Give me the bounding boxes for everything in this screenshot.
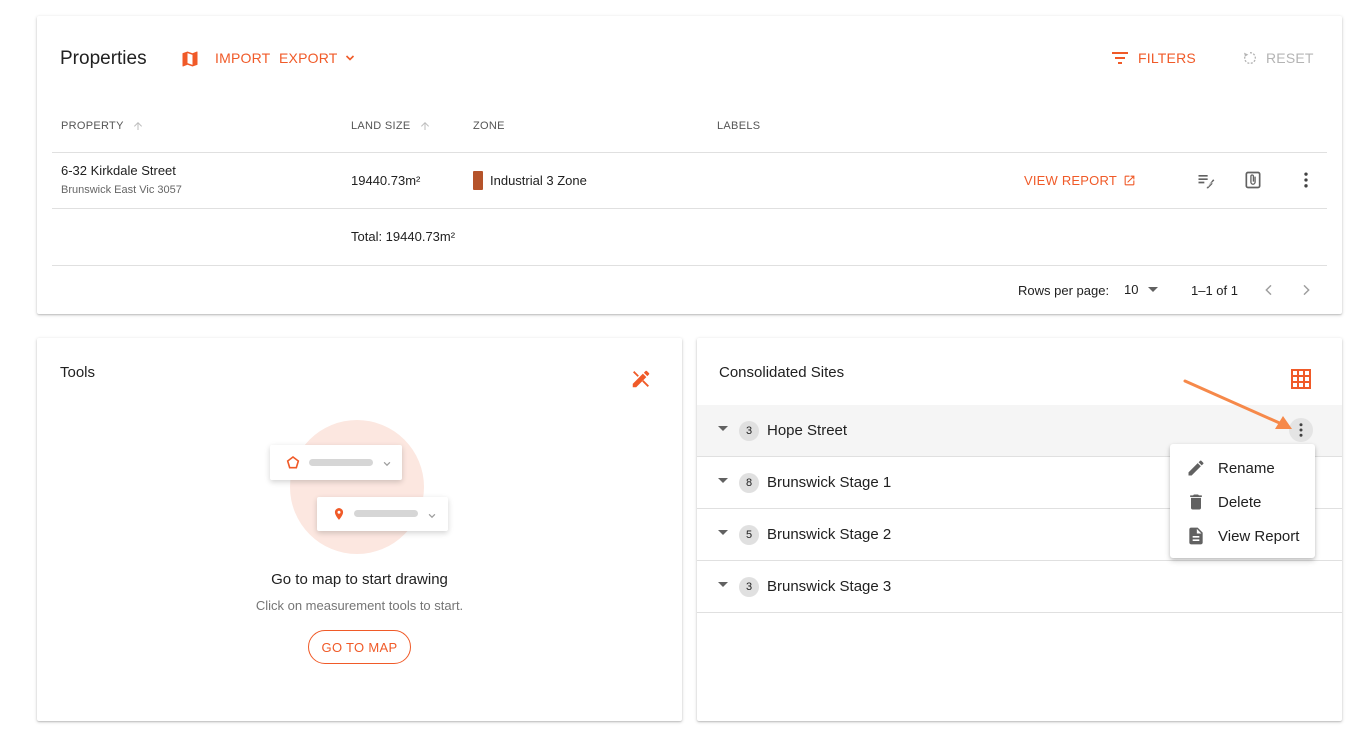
- menu-item-label: Rename: [1218, 459, 1275, 477]
- reset-label: RESET: [1266, 50, 1314, 66]
- divider: [52, 265, 1327, 266]
- menu-item-label: View Report: [1218, 527, 1300, 545]
- tools-title: Tools: [60, 364, 96, 381]
- reset-button[interactable]: RESET: [1242, 50, 1314, 66]
- rows-per-page-label: Rows per page:: [1018, 283, 1110, 298]
- chevron-down-icon: [427, 508, 437, 526]
- properties-card: Properties IMPORT EXPORT FILTERS RESET P…: [37, 16, 1342, 314]
- document-icon: [1186, 526, 1206, 546]
- site-name: Brunswick Stage 3: [767, 578, 892, 595]
- ruler-pencil-icon[interactable]: [629, 367, 653, 391]
- view-report-label: VIEW REPORT: [1024, 173, 1117, 188]
- tools-card: Tools Go to map to start drawing Click o…: [37, 338, 682, 721]
- site-count-badge: 8: [739, 473, 759, 493]
- menu-item-delete[interactable]: Delete: [1170, 485, 1315, 519]
- location-pin-icon: [332, 506, 346, 527]
- column-header-zone: ZONE: [473, 120, 505, 132]
- site-name: Hope Street: [767, 422, 848, 439]
- expand-caret-icon[interactable]: [718, 478, 728, 483]
- menu-item-label: Delete: [1218, 493, 1262, 511]
- expand-caret-icon[interactable]: [718, 530, 728, 535]
- expand-caret-icon[interactable]: [718, 426, 728, 431]
- site-count-badge: 3: [739, 577, 759, 597]
- property-suburb: Brunswick East Vic 3057: [61, 184, 182, 196]
- site-row-brunswick-stage-3[interactable]: 3 Brunswick Stage 3: [697, 561, 1342, 613]
- illustration-shape-card: [270, 445, 402, 480]
- pencil-icon: [1186, 458, 1206, 478]
- filters-label: FILTERS: [1138, 50, 1196, 66]
- column-header-land-size-label: LAND SIZE: [351, 120, 411, 132]
- trash-icon: [1186, 492, 1206, 512]
- more-vertical-icon[interactable]: [1294, 168, 1318, 192]
- properties-title: Properties: [60, 48, 147, 69]
- edit-notes-icon[interactable]: [1194, 168, 1218, 192]
- illustration-pin-card: [317, 497, 448, 531]
- column-header-labels: LABELS: [717, 120, 761, 132]
- tools-subtext: Click on measurement tools to start.: [255, 598, 464, 613]
- column-header-land-size[interactable]: LAND SIZE: [351, 120, 431, 132]
- column-header-property[interactable]: PROPERTY: [61, 120, 144, 132]
- zone-color-swatch: [473, 171, 483, 190]
- pagination-range: 1–1 of 1: [1191, 283, 1238, 298]
- view-report-button[interactable]: VIEW REPORT: [1024, 173, 1136, 188]
- property-land-size: 19440.73m²: [351, 173, 421, 188]
- import-button[interactable]: IMPORT: [215, 50, 270, 66]
- illustration-circle: [290, 420, 424, 554]
- filter-icon: [1112, 51, 1128, 65]
- rows-per-page-select[interactable]: 10: [1124, 282, 1159, 297]
- map-icon[interactable]: [178, 47, 202, 71]
- dropdown-arrow-icon: [1148, 287, 1159, 292]
- property-address: 6-32 Kirkdale Street: [61, 163, 176, 178]
- annotation-arrow: [1183, 379, 1292, 429]
- export-button[interactable]: EXPORT: [279, 50, 356, 66]
- total-land-size: Total: 19440.73m²: [351, 229, 456, 244]
- divider: [52, 152, 1327, 153]
- chevron-left-icon[interactable]: [1257, 278, 1281, 302]
- consolidated-sites-title: Consolidated Sites: [719, 364, 845, 381]
- sort-arrow-up-icon: [419, 120, 431, 132]
- site-count-badge: 5: [739, 525, 759, 545]
- chevron-right-icon[interactable]: [1294, 278, 1318, 302]
- property-zone: Industrial 3 Zone: [490, 173, 587, 188]
- site-count-badge: 3: [739, 421, 759, 441]
- divider: [52, 208, 1327, 209]
- chevron-down-icon: [344, 52, 356, 64]
- expand-caret-icon[interactable]: [718, 582, 728, 587]
- reset-icon: [1242, 50, 1258, 66]
- tools-heading: Go to map to start drawing: [271, 571, 448, 588]
- rows-per-page-value: 10: [1124, 282, 1139, 297]
- column-header-property-label: PROPERTY: [61, 120, 124, 132]
- sort-arrow-up-icon: [132, 120, 144, 132]
- go-to-map-button[interactable]: GO TO MAP: [308, 630, 411, 664]
- polygon-icon: [285, 455, 301, 476]
- menu-item-view-report[interactable]: View Report: [1170, 519, 1315, 553]
- attachment-icon[interactable]: [1241, 168, 1265, 192]
- import-label: IMPORT: [215, 50, 271, 66]
- export-label: EXPORT: [279, 50, 338, 66]
- site-name: Brunswick Stage 2: [767, 526, 892, 543]
- site-name: Brunswick Stage 1: [767, 474, 892, 491]
- site-context-menu: Rename Delete View Report: [1170, 444, 1315, 558]
- open-in-new-icon: [1123, 174, 1136, 187]
- filters-button[interactable]: FILTERS: [1112, 50, 1196, 66]
- menu-item-rename[interactable]: Rename: [1170, 451, 1315, 485]
- chevron-down-icon: [382, 456, 392, 474]
